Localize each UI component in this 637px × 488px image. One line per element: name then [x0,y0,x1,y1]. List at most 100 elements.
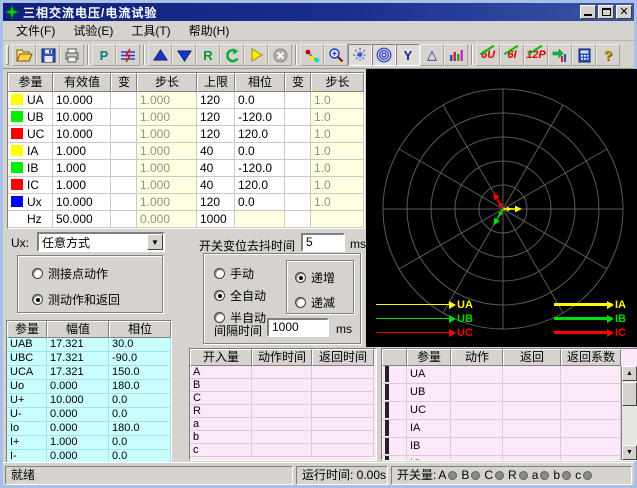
vary-cell[interactable] [111,126,137,143]
open-file-button[interactable] [12,44,36,66]
run-mode-option[interactable]: 手动 [214,265,266,282]
limit-cell[interactable]: 40 [197,160,235,177]
step-cell[interactable]: 0.000 [137,211,197,228]
vary2-cell[interactable] [285,126,311,143]
interval-input[interactable]: 1000 [267,318,329,337]
debounce-input[interactable]: 5 [301,233,345,252]
phase-step-cell[interactable]: 1.0 [311,160,364,177]
phase-cell[interactable]: -120.0 [235,160,285,177]
rings-button[interactable] [372,44,396,66]
radio-icon[interactable] [214,268,225,279]
step-cell[interactable]: 1.000 [137,194,197,211]
select-cell[interactable] [382,366,407,384]
step-cell[interactable]: 1.000 [137,92,197,109]
radio-icon[interactable] [32,268,43,279]
menu-item[interactable]: 试验(E) [64,20,122,41]
select-cell[interactable] [382,402,407,420]
checkbox-icon[interactable] [385,366,389,382]
checkbox-icon[interactable] [385,438,389,454]
zoom-button[interactable] [324,44,348,66]
checkbox-icon[interactable] [385,384,389,400]
select-cell[interactable] [382,438,407,456]
vary-cell[interactable] [111,160,137,177]
phase-step-cell[interactable]: 1.0 [311,126,364,143]
radio-icon[interactable] [295,297,306,308]
test-mode-option[interactable]: 测动作和返回 [32,291,162,308]
step-cell[interactable]: 1.000 [137,177,197,194]
radio-icon[interactable] [214,290,225,301]
wye-button[interactable]: Y [396,44,420,66]
results-scrollbar[interactable]: ▲ ▼ [621,366,637,460]
bars-button[interactable] [444,44,468,66]
phase-cell[interactable] [235,211,285,228]
step-cell[interactable]: 1.000 [137,143,197,160]
stop-button[interactable] [268,44,292,66]
delta-button[interactable]: △ [420,44,444,66]
test-mode-option[interactable]: 测接点动作 [32,265,162,282]
ux-mode-select[interactable]: 任意方式 ▼ [37,232,165,252]
phase-cell[interactable]: 120.0 [235,177,285,194]
limit-cell[interactable]: 40 [197,143,235,160]
phase-step-cell[interactable]: 1.0 [311,92,364,109]
rms-cell[interactable]: 10.000 [53,92,111,109]
edit-12p-button[interactable]: 12P [524,44,548,66]
rms-cell[interactable]: 1.000 [53,143,111,160]
vary2-cell[interactable] [285,143,311,160]
phase-cell[interactable]: 0.0 [235,194,285,211]
vary-cell[interactable] [111,211,137,228]
direction-option[interactable]: 递减 [295,294,353,311]
rms-cell[interactable]: 10.000 [53,109,111,126]
phase-cell[interactable]: 120.0 [235,126,285,143]
vary2-cell[interactable] [285,109,311,126]
phase-step-cell[interactable] [311,211,364,228]
select-cell[interactable] [382,420,407,438]
phase-step-cell[interactable]: 1.0 [311,177,364,194]
help-button[interactable]: ? [596,44,620,66]
limit-cell[interactable]: 1000 [197,211,235,228]
save-button[interactable] [36,44,60,66]
edit-6u-button[interactable]: 6U [476,44,500,66]
limit-cell[interactable]: 120 [197,92,235,109]
select-cell[interactable] [382,384,407,402]
vary2-cell[interactable] [285,194,311,211]
scrollbar-thumb[interactable] [622,382,637,406]
waveform-button[interactable] [116,44,140,66]
scroll-up-icon[interactable]: ▲ [622,366,637,381]
limit-cell[interactable]: 40 [197,177,235,194]
step-down-button[interactable] [172,44,196,66]
menu-item[interactable]: 工具(T) [122,20,179,41]
radio-icon[interactable] [295,272,306,283]
print-button[interactable] [60,44,84,66]
minimize-button[interactable] [580,5,596,19]
undo-button[interactable] [220,44,244,66]
scroll-down-icon[interactable]: ▼ [622,445,637,460]
limit-cell[interactable]: 120 [197,194,235,211]
run-mode-option[interactable]: 全自动 [214,287,266,304]
checkbox-icon[interactable] [385,402,389,418]
step-cell[interactable]: 1.000 [137,126,197,143]
vector-button[interactable] [300,44,324,66]
vary2-cell[interactable] [285,211,311,228]
maximize-button[interactable] [598,5,614,19]
limit-cell[interactable]: 120 [197,109,235,126]
radio-icon[interactable] [32,294,43,305]
direction-option[interactable]: 递增 [295,269,353,286]
vary-cell[interactable] [111,177,137,194]
limit-cell[interactable]: 120 [197,126,235,143]
vary2-cell[interactable] [285,160,311,177]
rms-cell[interactable]: 1.000 [53,160,111,177]
vary-cell[interactable] [111,92,137,109]
calculator-button[interactable] [572,44,596,66]
edit-6i-button[interactable]: 6I [500,44,524,66]
rms-cell[interactable]: 1.000 [53,177,111,194]
output-button[interactable] [548,44,572,66]
run-button[interactable] [244,44,268,66]
vary2-cell[interactable] [285,92,311,109]
vary-cell[interactable] [111,109,137,126]
step-cell[interactable]: 1.000 [137,109,197,126]
rms-cell[interactable]: 10.000 [53,194,111,211]
step-up-button[interactable] [148,44,172,66]
chevron-down-icon[interactable]: ▼ [147,234,163,250]
phase-cell[interactable]: 0.0 [235,143,285,160]
rms-cell[interactable]: 10.000 [53,126,111,143]
